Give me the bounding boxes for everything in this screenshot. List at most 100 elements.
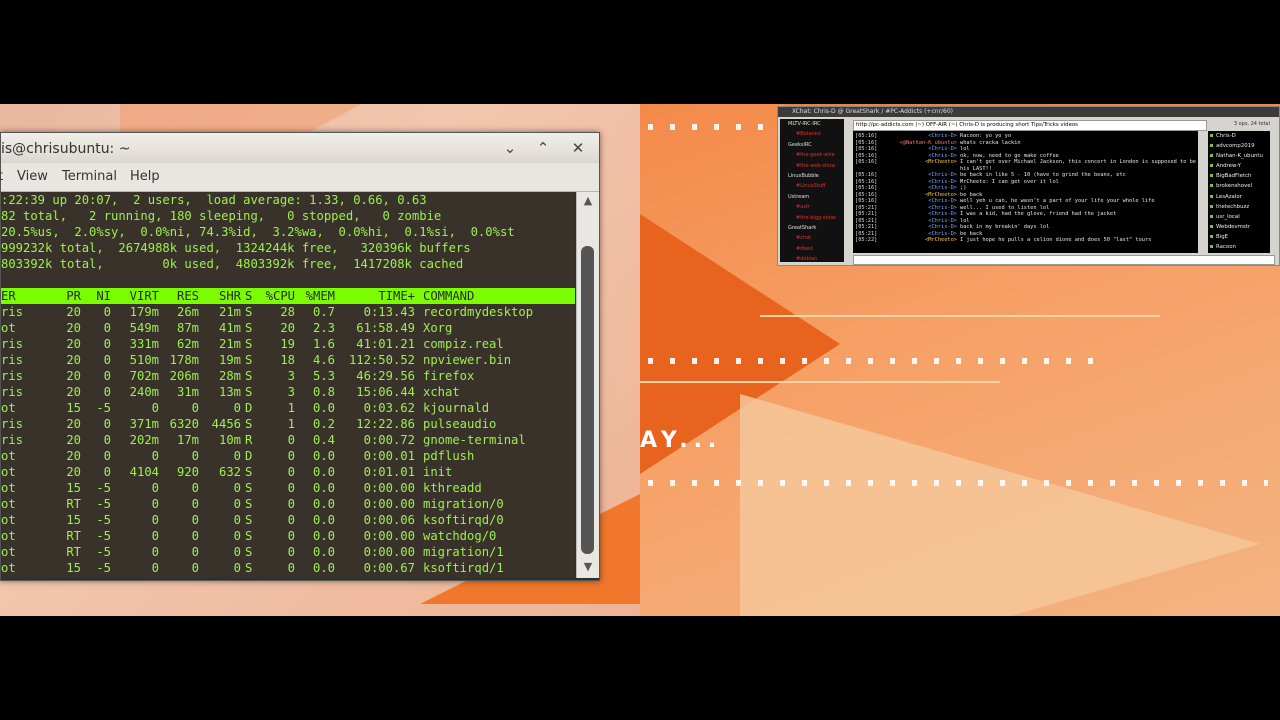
message-nick[interactable]: <Chris-D> [928, 205, 957, 211]
user-list-item[interactable]: BigBadFletch [1208, 171, 1270, 181]
message-nick[interactable]: <Chris-D> [928, 179, 957, 185]
channel-item[interactable]: #chat [780, 233, 844, 243]
channel-item[interactable]: #debian [780, 254, 844, 262]
chat-message: [05:16] <MrCheeto> be back [855, 192, 1195, 198]
user-list-item[interactable]: Andrew-Y [1208, 161, 1270, 171]
minimize-button[interactable]: ⌄ [499, 138, 521, 158]
scrollbar-thumb[interactable] [581, 246, 594, 554]
channel-item[interactable]: #Botanist [780, 129, 844, 139]
message-nick[interactable]: <Chris-D> [928, 133, 957, 139]
process-cell: 371m [129, 417, 159, 431]
channel-item[interactable]: #the-bigg-show [780, 213, 844, 223]
menu-help[interactable]: Help [130, 169, 160, 184]
terminal-window[interactable]: is@chrisubuntu: ~ ⌄ ⌃ ✕ t View Terminal … [0, 132, 600, 581]
user-list-item[interactable]: Nathan-K_ubuntu [1208, 151, 1270, 161]
process-cell: 0:00.01 [363, 449, 415, 463]
letterbox-top [0, 0, 1280, 104]
process-row: ot RT -5 0 0 0 S 0 0.0 0:00.00 watchdog/0 [1, 528, 575, 544]
topic-bar[interactable]: http://pc-addicts.com (~) OFF-AIR (~) Ch… [853, 120, 1207, 131]
user-list-item[interactable]: Webdevmstr [1208, 222, 1270, 232]
process-cell: 0 [233, 513, 241, 527]
message-nick[interactable]: <Chris-D> [928, 185, 957, 191]
process-cell: 0.8 [312, 385, 335, 399]
channel-item[interactable]: #ifeed [780, 244, 844, 254]
wallpaper-dashes [648, 480, 1268, 486]
network-item[interactable]: LinuxBubble [780, 171, 844, 181]
process-cell: ris [1, 417, 24, 431]
user-list-item[interactable]: thetechbuzz [1208, 202, 1270, 212]
process-cell: 20 [66, 305, 81, 319]
user-list-item[interactable]: advcomp2019 [1208, 141, 1270, 151]
user-list-item[interactable]: Chris-D [1208, 131, 1270, 141]
menu-edit-fragment[interactable]: t [0, 169, 3, 184]
chat-input[interactable] [853, 255, 1275, 265]
scroll-up-icon[interactable]: ▲ [581, 194, 595, 208]
scroll-down-icon[interactable]: ▼ [581, 560, 595, 574]
network-item[interactable]: MLTV-IRC-IRC [780, 119, 844, 129]
user-list-item[interactable]: brokenshovel [1208, 181, 1270, 191]
message-nick[interactable]: <Chris-D> [928, 231, 957, 237]
channel-item[interactable]: #ustr [780, 202, 844, 212]
network-item[interactable]: GreatShark [780, 223, 844, 233]
message-nick[interactable]: <Chris-D> [928, 198, 957, 204]
process-cell: 0 [191, 401, 199, 415]
process-cell: 26m [176, 305, 199, 319]
user-list-item[interactable]: LesAzalor [1208, 192, 1270, 202]
user-list-item[interactable]: BigE [1208, 232, 1270, 242]
user-list-item[interactable]: Racoon [1208, 242, 1270, 252]
process-cell: S [245, 385, 253, 399]
message-nick[interactable]: <MrCheeto> [925, 159, 957, 165]
terminal-scrollbar[interactable]: ▲ ▼ [576, 192, 599, 578]
channel-item[interactable]: #the-geek-wire [780, 150, 844, 160]
process-cell: 0 [287, 481, 295, 495]
message-nick[interactable]: <MrCheeto> [925, 237, 957, 243]
process-cell: 0:00.00 [363, 497, 415, 511]
network-item[interactable]: GeeksIRC [780, 140, 844, 150]
user-list-item[interactable]: usr_local [1208, 212, 1270, 222]
process-cell: 202m [129, 433, 159, 447]
channel-item[interactable]: #LinuxStuff [780, 181, 844, 191]
process-cell: 41:01.21 [356, 337, 415, 351]
process-cell: 19m [218, 353, 241, 367]
terminal-titlebar[interactable]: is@chrisubuntu: ~ ⌄ ⌃ ✕ [1, 133, 599, 163]
message-text: back in my breakin' days lol [960, 224, 1050, 230]
message-nick[interactable]: <Chris-D> [928, 218, 957, 224]
message-nick[interactable]: <@Nathan-K_ubuntu> [900, 140, 957, 146]
message-nick[interactable]: <MrCheeto> [925, 192, 957, 198]
column-header: PR [66, 289, 81, 303]
message-text: well... I used to listen lol [960, 204, 1050, 211]
wallpaper-dashes [648, 124, 778, 130]
process-cell: 41m [218, 321, 241, 335]
process-cell: 0 [191, 481, 199, 495]
process-cell: 1.6 [312, 337, 335, 351]
message-nick[interactable]: <Chris-D> [928, 146, 957, 152]
process-cell: 331m [129, 337, 159, 351]
process-cell: 0 [233, 449, 241, 463]
terminal-screen[interactable]: :22:39 up 20:07, 2 users, load average: … [1, 192, 575, 578]
chat-message: [05:21] <Chris-D> well... I used to listen… [855, 205, 1195, 211]
message-nick[interactable]: <Chris-D> [928, 153, 957, 159]
process-cell: 0.0 [312, 465, 335, 479]
maximize-button[interactable]: ⌃ [532, 138, 554, 158]
process-cell: 0 [103, 385, 111, 399]
close-button[interactable]: ✕ [567, 138, 589, 158]
xchat-titlebar[interactable]: XChat: Chris-D @ GreatShark / #PC-Addict… [778, 107, 1279, 117]
message-text: I just hope he pulls a celion dione and … [960, 237, 1152, 243]
chat-message: [05:21] <Chris-D> back in my breakin' days… [855, 224, 1195, 230]
process-cell: ris [1, 337, 24, 351]
process-cell: 0.0 [312, 481, 335, 495]
message-nick[interactable]: <Chris-D> [928, 224, 957, 230]
wallpaper-arrow [760, 315, 1160, 317]
message-nick[interactable]: <Chris-D> [928, 172, 957, 178]
network-item[interactable]: Ustream [780, 192, 844, 202]
menu-terminal[interactable]: Terminal [62, 169, 117, 184]
process-cell: 179m [129, 305, 159, 319]
channel-item[interactable]: #the-web-show [780, 161, 844, 171]
process-cell: ot [1, 497, 16, 511]
menu-view[interactable]: View [17, 169, 48, 184]
process-cell: 4456 [211, 417, 241, 431]
process-cell: 0 [287, 433, 295, 447]
message-nick[interactable]: <Chris-D> [928, 211, 957, 217]
message-time: [05:22] [855, 237, 878, 243]
xchat-window[interactable]: XChat: Chris-D @ GreatShark / #PC-Addict… [777, 106, 1280, 266]
